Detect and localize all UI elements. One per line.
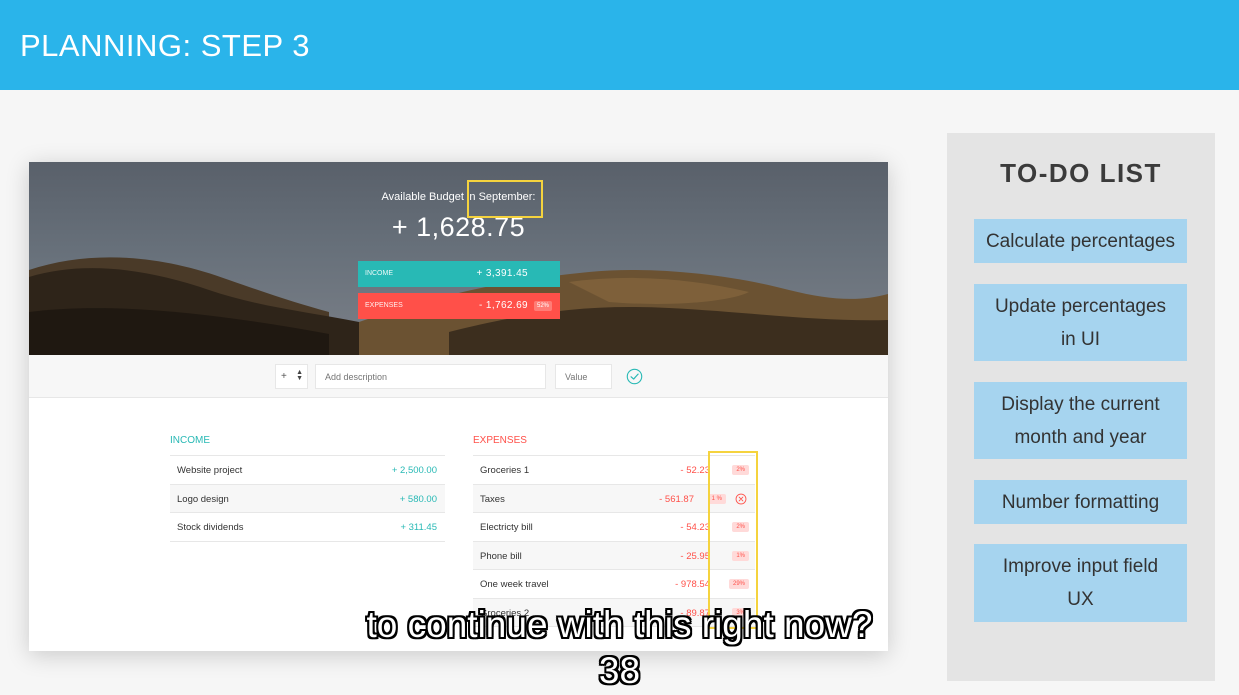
budget-income-value: + 3,391.45 (476, 268, 528, 279)
type-select-value: + (281, 371, 287, 382)
expense-value: - 54.23 (680, 522, 710, 533)
income-title: Income (170, 435, 210, 446)
budget-income-box: Income + 3,391.45 (358, 261, 560, 287)
slide-title: PLANNING: STEP 3 (20, 28, 310, 63)
income-description: Logo design (177, 493, 229, 505)
income-value: + 311.45 (400, 522, 437, 533)
value-input[interactable] (555, 364, 612, 389)
percentages-highlight-box (708, 451, 758, 629)
expense-value: - 561.87 (659, 493, 694, 505)
expense-description: Electricty bill (480, 522, 533, 533)
budget-expenses-box: Expenses - 1,762.69 52% (358, 293, 560, 319)
budget-value: + 1,628.75 (391, 212, 526, 242)
expense-description: Phone bill (480, 550, 522, 562)
income-value: + 580.00 (399, 493, 437, 505)
budget-hero: Available Budget in September: + 1,628.7… (29, 162, 888, 355)
todo-item: Number formatting (974, 480, 1187, 524)
todo-title: TO-DO LIST (1000, 158, 1162, 188)
checkmark-circle-icon[interactable] (626, 368, 643, 385)
income-description: Stock dividends (177, 522, 244, 533)
income-description: Website project (177, 465, 243, 476)
subtitle-line-2: 38 (598, 650, 641, 691)
budget-income-label: Income (365, 270, 393, 277)
expense-value: - 52.23 (680, 465, 710, 476)
income-list: Website project + 2,500.00 Logo design +… (170, 455, 445, 542)
expense-value: - 978.54 (675, 579, 710, 590)
budget-app-screenshot: Available Budget in September: + 1,628.7… (29, 162, 888, 651)
up-down-arrows-icon: ▲ ▼ (296, 369, 303, 382)
expenses-title: Expenses (473, 435, 527, 446)
expense-description: Taxes (480, 493, 505, 505)
budget-title: Available Budget in September: (381, 191, 536, 203)
description-input[interactable] (315, 364, 546, 389)
budget-expenses-value: - 1,762.69 (478, 300, 528, 311)
expense-description: One week travel (480, 579, 549, 590)
todo-list-panel: TO-DO LIST Calculate percentages Update … (947, 133, 1215, 681)
expense-value: - 25.95 (680, 550, 710, 562)
budget-expenses-label: Expenses (365, 302, 403, 309)
type-select[interactable]: + ▲ ▼ (275, 364, 308, 389)
todo-item: Update percentages in UI (974, 284, 1187, 361)
expense-description: Groceries 1 (480, 465, 530, 476)
income-row: Logo design + 580.00 (170, 484, 445, 513)
income-row: Stock dividends + 311.45 (170, 513, 445, 542)
todo-item: Calculate percentages (974, 219, 1187, 263)
month-highlight-box (467, 180, 543, 218)
subtitle-line-1: to continue with this right now? (366, 604, 873, 645)
todo-item: Display the current month and year (974, 382, 1187, 459)
slide-header: PLANNING: STEP 3 (0, 0, 1239, 90)
income-row: Website project + 2,500.00 (170, 456, 445, 485)
budget-expenses-percentage: 52% (533, 301, 552, 311)
income-value: + 2,500.00 (391, 465, 437, 476)
add-item-bar: + ▲ ▼ (29, 355, 888, 398)
